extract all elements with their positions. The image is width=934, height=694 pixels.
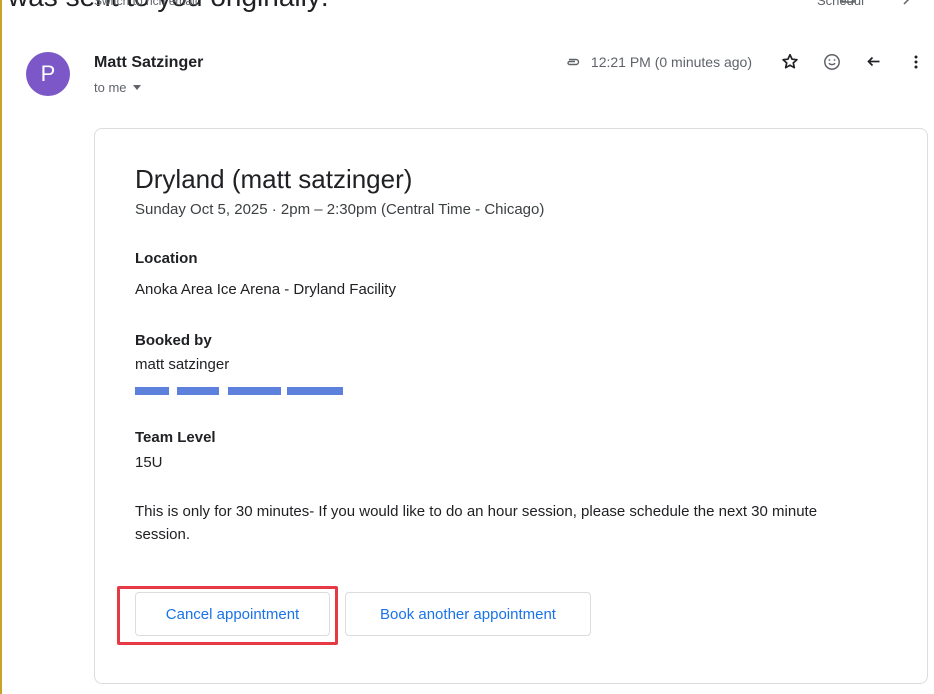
booked-by-label: Booked by <box>135 332 212 349</box>
book-another-appointment-button[interactable]: Book another appointment <box>345 592 591 636</box>
location-label: Location <box>135 250 198 267</box>
sender-name[interactable]: Matt Satzinger <box>94 54 203 72</box>
clipped-toolbar-icon <box>841 0 855 3</box>
recipient-label: to me <box>94 80 127 95</box>
team-level-value: 15U <box>135 454 163 471</box>
appointment-email-card: Dryland (matt satzinger) Sunday Oct 5, 2… <box>94 128 928 684</box>
message-time-group: 12:21 PM (0 minutes ago) <box>563 52 752 72</box>
clipped-pencil-icon <box>903 0 910 5</box>
location-value: Anoka Area Ice Arena - Dryland Facility <box>135 281 396 298</box>
message-actions: 12:21 PM (0 minutes ago) <box>563 52 926 72</box>
clipped-top-small-text: Switch to rich email <box>94 0 198 8</box>
event-title: Dryland (matt satzinger) <box>135 164 413 194</box>
appointment-note: This is only for 30 minutes- If you woul… <box>135 503 818 543</box>
team-level-label: Team Level <box>135 429 216 446</box>
event-date-time: Sunday Oct 5, 2025 · 2pm – 2:30pm (Centr… <box>135 201 545 218</box>
email-view: was sent to you originally: Switch to ri… <box>0 0 934 694</box>
star-icon[interactable] <box>780 52 800 72</box>
cancel-appointment-button[interactable]: Cancel appointment <box>135 592 330 636</box>
message-header: P Matt Satzinger to me 12:21 PM (0 minut… <box>26 52 926 102</box>
paperclip-icon <box>563 52 583 72</box>
more-vertical-icon[interactable] <box>906 52 926 72</box>
sender-avatar: P <box>26 52 70 96</box>
chevron-down-icon <box>132 85 141 90</box>
booked-by-value: matt satzinger <box>135 356 230 373</box>
redacted-email <box>135 387 350 397</box>
message-time: 12:21 PM (0 minutes ago) <box>590 54 752 70</box>
recipient-details-toggle[interactable]: to me <box>94 80 141 95</box>
reply-icon[interactable] <box>864 52 884 72</box>
smile-icon[interactable] <box>822 52 842 72</box>
left-accent-line <box>0 0 2 694</box>
